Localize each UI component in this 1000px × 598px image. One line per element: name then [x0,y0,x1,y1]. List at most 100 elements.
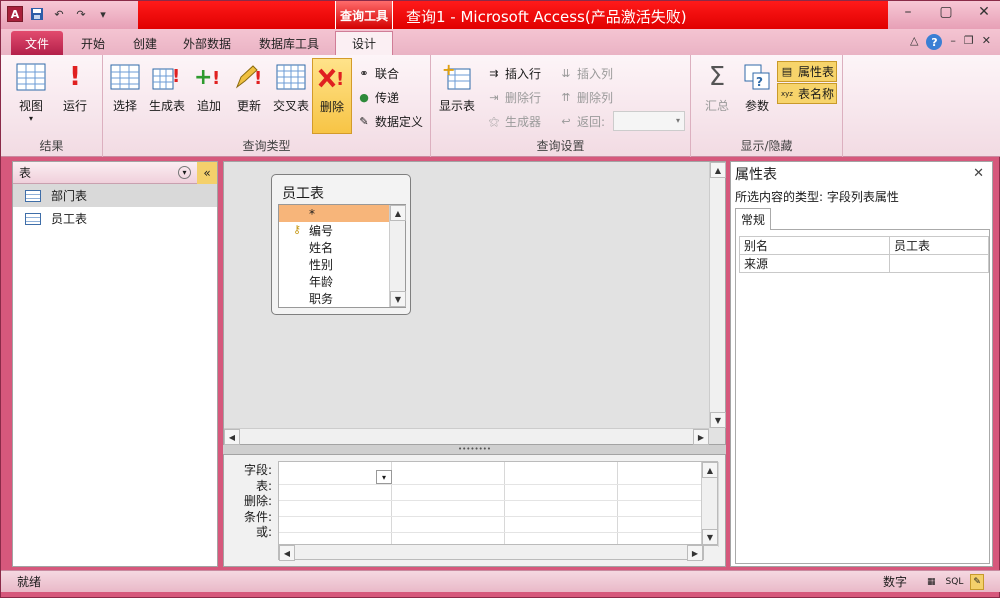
delete-rows-button[interactable]: ⇥ 删除行 [487,89,541,106]
doc-minimize-icon[interactable]: – [950,34,956,50]
delete-columns-button[interactable]: ⇈ 删除列 [559,89,613,106]
delete-query-button[interactable]: ! 删除 [312,58,352,134]
customize-toolbar-icon[interactable]: ▾ [95,6,111,22]
scroll-up-icon[interactable]: ▲ [710,162,726,178]
close-button[interactable]: ✕ [973,3,995,21]
group-label-query-type: 查询类型 [242,139,291,153]
nav-item-dept-table[interactable]: 部门表 [13,184,217,207]
return-icon: ↩ [561,115,571,128]
grid-column[interactable] [505,462,618,547]
tab-design[interactable]: 设计 [335,31,393,55]
field-item[interactable]: 职务 [279,290,405,307]
crosstab-button[interactable]: 交叉表 [271,61,311,131]
grid-row-line [279,500,717,501]
save-icon[interactable] [29,6,45,22]
update-button[interactable]: ! 更新 [229,61,269,131]
group-label-results: 结果 [39,139,64,153]
upper-horizontal-scrollbar[interactable]: ◀ ▶ [224,428,709,445]
data-definition-button[interactable]: ✎ 数据定义 [357,113,423,130]
status-text: 就绪 [17,575,42,589]
tab-file[interactable]: 文件 [11,31,63,55]
field-item[interactable]: * [279,205,405,222]
title-bar: A ↶ ↷ ▾ 查询工具 查询1 - Microsoft Access(产品激活… [1,1,1000,29]
minimize-button[interactable]: – [897,3,919,21]
minimize-ribbon-icon[interactable]: △ [910,34,918,50]
return-dropdown[interactable]: ▾ [613,111,685,131]
group-results: 视图 ▾ ! 运行 结果 [1,55,103,157]
scroll-down-icon[interactable]: ▼ [390,291,406,307]
tab-home[interactable]: 开始 [73,31,113,55]
insert-rows-button[interactable]: ⇉ 插入行 [487,65,541,82]
field-list-window[interactable]: 员工表 * ⚷ 编号 姓名 性别 年龄 职务 ▲ ▼ [271,174,411,315]
field-item[interactable]: 姓名 [279,239,405,256]
scroll-up-icon[interactable]: ▲ [390,205,406,221]
tab-create[interactable]: 创建 [125,31,165,55]
insert-columns-icon: ⇊ [561,67,571,80]
help-icon[interactable]: ? [926,34,943,50]
pane-splitter[interactable]: •••••••• [223,445,726,454]
field-item[interactable]: 年龄 [279,273,405,290]
sql-view-button[interactable]: SQL [943,574,967,590]
maximize-button[interactable]: ▢ [935,3,957,21]
field-list-title: 员工表 [282,186,324,202]
append-button[interactable]: +! 追加 [189,61,229,131]
property-row[interactable]: 别名 员工表 [739,236,989,255]
doc-restore-icon[interactable]: ❐ [964,34,974,50]
tab-external-data[interactable]: 外部数据 [177,31,237,55]
scroll-right-icon[interactable]: ▶ [687,545,703,561]
union-icon: ⚭ [359,67,369,80]
grid-column[interactable] [392,462,505,547]
property-row[interactable]: 来源 [739,254,989,273]
field-item[interactable]: 性别 [279,256,405,273]
doc-close-icon[interactable]: ✕ [982,34,991,50]
union-button[interactable]: ⚭ 联合 [357,65,399,82]
property-sheet-button[interactable]: ▤ 属性表 [777,61,838,82]
design-view-button[interactable]: ✎ [970,573,984,590]
field-dropdown-icon[interactable]: ▾ [376,470,392,484]
navigation-pane: 表 ▾ « 部门表 员工表 [12,161,218,567]
upper-vertical-scrollbar[interactable]: ▲ ▼ [709,162,726,428]
scroll-down-icon[interactable]: ▼ [710,412,726,428]
access-app-icon[interactable]: A [7,6,23,22]
grid-horizontal-scrollbar[interactable]: ◀ ▶ [278,544,704,561]
nav-item-employee-table[interactable]: 员工表 [13,207,217,230]
scroll-left-icon[interactable]: ◀ [224,429,240,445]
make-table-button[interactable]: ! 生成表 [147,61,187,131]
group-show-hide: Σ 汇总 ? 参数 ▤ 属性表 xyz 表名称 显示/隐藏 [691,55,843,157]
run-button[interactable]: ! 运行 [55,61,95,131]
builder-button[interactable]: ⚝ 生成器 [487,113,541,130]
datasheet-view-button[interactable]: ▦ [924,574,939,590]
scroll-up-icon[interactable]: ▲ [702,462,718,478]
tab-general[interactable]: 常规 [735,208,771,230]
parameters-button[interactable]: ? 参数 [737,61,777,131]
scroll-right-icon[interactable]: ▶ [693,429,709,445]
totals-button[interactable]: Σ 汇总 [697,61,737,131]
append-icon: +! [193,61,225,93]
table-names-button[interactable]: xyz 表名称 [777,83,838,104]
nav-dropdown-icon[interactable]: ▾ [178,166,191,179]
show-table-button[interactable]: + 显示表 [435,61,479,131]
scroll-left-icon[interactable]: ◀ [279,545,295,561]
pass-through-button[interactable]: ● 传递 [357,89,399,106]
grid-vertical-scrollbar[interactable]: ▲ ▼ [701,462,718,545]
collapse-nav-icon[interactable]: « [197,162,217,184]
field-item-primary-key[interactable]: ⚷ 编号 [279,222,405,239]
view-button[interactable]: 视图 ▾ [11,61,51,131]
svg-text:+: + [194,65,212,90]
tab-database-tools[interactable]: 数据库工具 [251,31,327,55]
query-grid[interactable]: ▾ ▲ ▼ [278,461,719,547]
nav-header[interactable]: 表 ▾ « [13,162,217,184]
property-sheet-title: 属性表 [731,162,992,186]
scroll-down-icon[interactable]: ▼ [702,529,718,545]
select-query-button[interactable]: 选择 [105,61,145,131]
insert-columns-button[interactable]: ⇊ 插入列 [559,65,613,82]
undo-icon[interactable]: ↶ [51,6,67,22]
field-list-scrollbar[interactable]: ▲ ▼ [389,205,406,307]
query-design-upper-pane[interactable]: 员工表 * ⚷ 编号 姓名 性别 年龄 职务 ▲ ▼ ▲ ▼ ◀ ▶ [223,161,726,445]
svg-text:!: ! [212,68,220,89]
parameters-icon: ? [741,61,773,93]
globe-icon: ● [359,91,369,104]
insert-rows-icon: ⇉ [489,67,499,80]
redo-icon[interactable]: ↷ [73,6,89,22]
close-icon[interactable]: ✕ [973,166,984,181]
